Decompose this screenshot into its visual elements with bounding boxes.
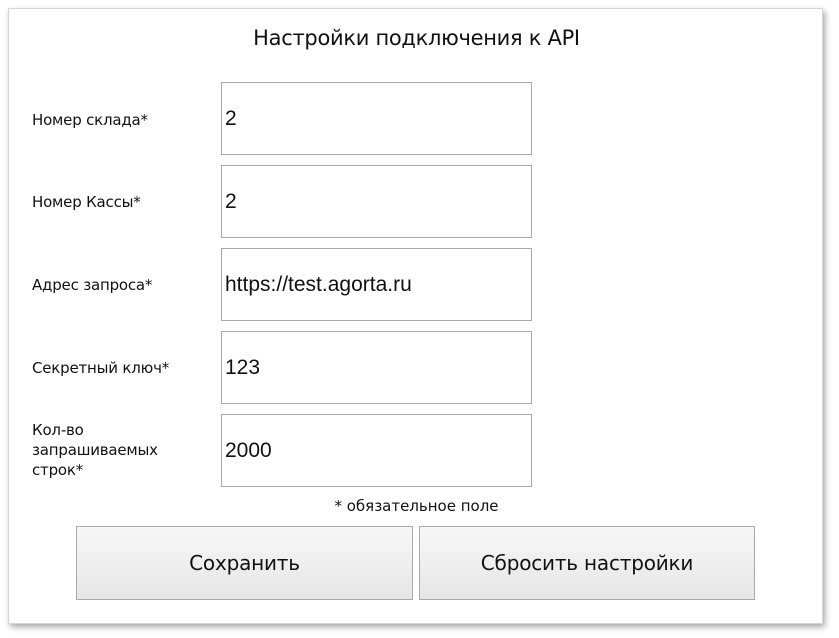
cashbox-number-input[interactable]: [221, 165, 532, 238]
request-url-input[interactable]: [221, 248, 532, 321]
secret-key-input[interactable]: [221, 331, 532, 404]
warehouse-number-input[interactable]: [221, 82, 532, 155]
warehouse-number-label: Номер склада*: [32, 111, 148, 129]
save-button[interactable]: Сохранить: [76, 526, 413, 600]
reset-settings-button[interactable]: Сбросить настройки: [419, 526, 755, 600]
rows-count-input[interactable]: [221, 414, 532, 487]
request-url-label: Адрес запроса*: [32, 276, 153, 294]
required-field-note: * обязательное поле: [334, 497, 499, 515]
rows-count-label: Кол-во запрашиваемых строк*: [32, 421, 158, 479]
secret-key-label: Секретный ключ*: [32, 359, 170, 377]
cashbox-number-label: Номер Кассы*: [32, 193, 141, 211]
page-title: Настройки подключения к API: [253, 26, 580, 50]
